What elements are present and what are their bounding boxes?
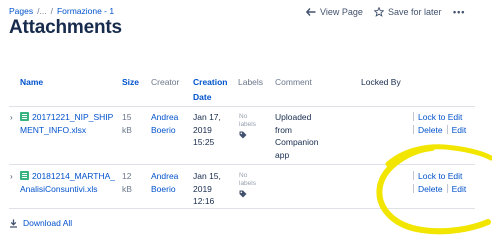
attachment-size: 12 kB (122, 170, 132, 195)
action-divider (413, 171, 414, 180)
creator-last-name: Boerio (151, 183, 176, 194)
comment-line-1: Uploaded (275, 112, 312, 122)
creation-date-header-line-2: Date (193, 92, 212, 102)
excel-file-icon (20, 112, 29, 121)
action-divider (413, 112, 414, 121)
view-page-label: View Page (320, 7, 363, 17)
attachment-name-line-1: 20171221_NIP_SHIP (32, 112, 114, 122)
date-time: 12:16 (193, 196, 215, 206)
breadcrumb: Pages /... / Formazione - 1 (9, 6, 118, 16)
column-header-labels: Labels (238, 77, 264, 87)
download-all-label: Download All (23, 218, 73, 228)
date-year: 2019 (193, 124, 212, 135)
creation-date: Jan 15, 2019 12:16 (193, 170, 221, 208)
creator-first-name: Andrea (151, 171, 179, 181)
date-time: 15:25 (193, 137, 215, 147)
action-divider (446, 124, 448, 134)
star-icon (374, 7, 384, 17)
date-year: 2019 (193, 183, 212, 194)
download-all-link[interactable]: Download All (9, 218, 72, 228)
breadcrumb-ellipsis[interactable]: /... (37, 6, 46, 16)
column-header-size[interactable]: Size (122, 75, 139, 90)
comment-line-4: app (275, 149, 290, 160)
creator-link[interactable]: Andrea Boerio (151, 111, 178, 136)
attachment-name-line-2: MENT_INFO.xlsx (20, 124, 87, 135)
size-value: 12 (122, 171, 132, 181)
creation-date: Jan 17, 2019 15:25 (193, 111, 221, 149)
column-header-name[interactable]: Name (20, 75, 43, 90)
tag-icon[interactable] (239, 190, 247, 198)
breadcrumb-separator: / (50, 6, 53, 16)
excel-file-icon (20, 171, 29, 180)
save-for-later-button[interactable]: Save for later (374, 7, 442, 17)
arrow-left-icon (306, 8, 316, 16)
row-actions: Lock to Edit Delete Edit (413, 111, 466, 136)
delete-link[interactable]: Delete (418, 125, 443, 135)
view-page-button[interactable]: View Page (306, 7, 363, 17)
labels-cell: No labels (239, 113, 256, 143)
lock-to-edit-link[interactable]: Lock to Edit (418, 112, 462, 122)
header-divider (9, 106, 475, 107)
attachment-name-link[interactable]: 20171221_NIP_SHIP MENT_INFO.xlsx (20, 111, 120, 136)
no-labels-line-1: No (239, 113, 248, 120)
page-title: Attachments (9, 17, 122, 38)
expand-caret-icon[interactable]: › (10, 113, 13, 122)
edit-link[interactable]: Edit (452, 125, 467, 135)
attachment-size: 15 kB (122, 111, 132, 136)
attachment-comment: Uploaded from Companion app (275, 111, 318, 161)
creator-last-name: Boerio (151, 124, 176, 135)
comment-line-2: from (275, 124, 292, 135)
tag-icon[interactable] (239, 131, 247, 139)
action-divider (446, 183, 448, 193)
size-unit: kB (122, 183, 132, 194)
edit-link[interactable]: Edit (452, 184, 467, 194)
row-actions: Lock to Edit Delete Edit (413, 170, 466, 195)
row-divider (9, 164, 475, 165)
more-actions-button[interactable]: ••• (453, 7, 465, 17)
size-value: 15 (122, 112, 132, 122)
column-header-locked-by: Locked By (361, 77, 401, 87)
download-icon (10, 219, 17, 228)
save-for-later-label: Save for later (388, 7, 442, 17)
creation-date-header-line-1: Creation (193, 77, 228, 87)
lock-to-edit-link[interactable]: Lock to Edit (418, 171, 462, 181)
comment-line-3: Companion (275, 137, 319, 147)
column-header-creation-date[interactable]: Creation Date (193, 75, 227, 105)
creator-link[interactable]: Andrea Boerio (151, 170, 178, 195)
attachment-name-line-2: AnalisiConsuntivi.xls (20, 183, 98, 194)
action-divider (413, 124, 414, 134)
row-divider (9, 208, 475, 209)
no-labels-line-1: No (239, 172, 248, 179)
size-unit: kB (122, 124, 132, 135)
delete-link[interactable]: Delete (418, 184, 443, 194)
column-header-comment: Comment (275, 77, 312, 87)
no-labels-line-2: labels (239, 121, 256, 128)
column-header-creator: Creator (151, 77, 180, 87)
date-day: Jan 15, (193, 171, 221, 181)
action-divider (413, 183, 414, 193)
attachment-name-line-1: 20181214_MARTHA_ (32, 171, 116, 181)
expand-caret-icon[interactable]: › (10, 172, 13, 181)
attachment-name-link[interactable]: 20181214_MARTHA_ AnalisiConsuntivi.xls (20, 170, 120, 195)
labels-cell: No labels (239, 172, 256, 202)
no-labels-line-2: labels (239, 180, 256, 187)
creator-first-name: Andrea (151, 112, 179, 122)
breadcrumb-pages[interactable]: Pages (9, 6, 33, 16)
breadcrumb-formazione[interactable]: Formazione - 1 (57, 6, 114, 16)
date-day: Jan 17, (193, 112, 221, 122)
